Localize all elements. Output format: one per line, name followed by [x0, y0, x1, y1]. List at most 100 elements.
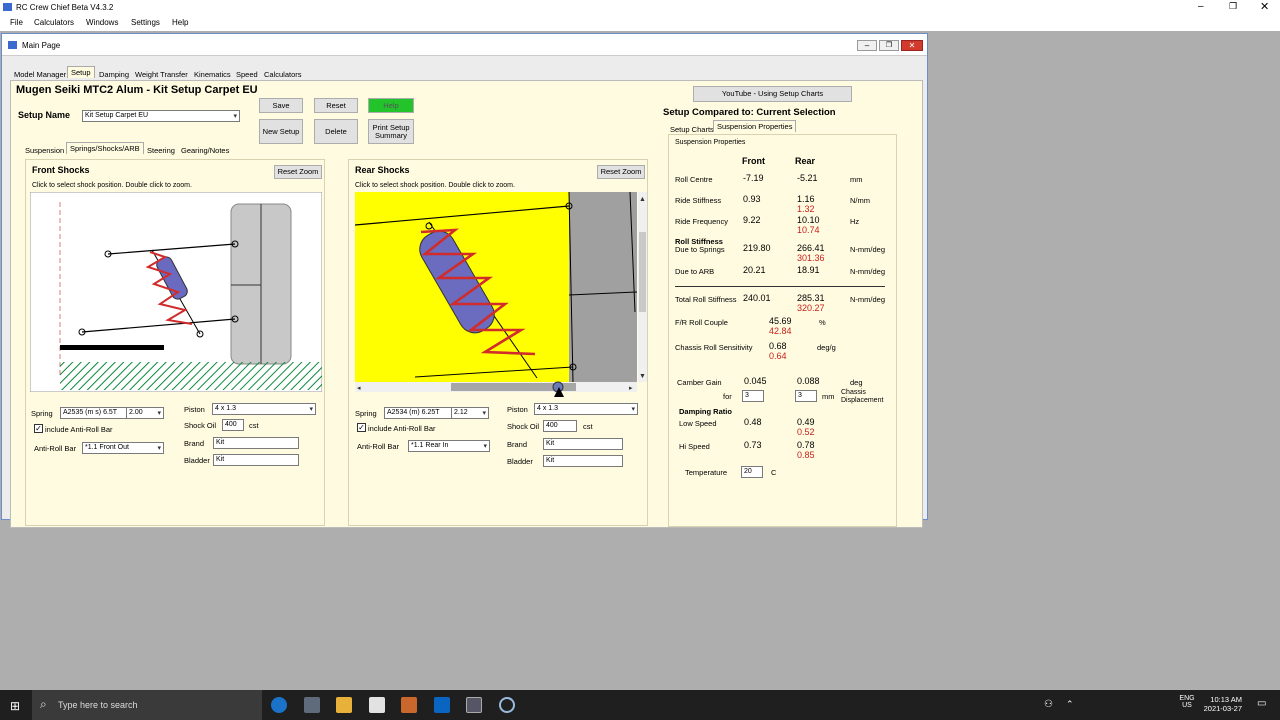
window-restore-icon[interactable]: ❐ — [879, 40, 899, 51]
temperature-input[interactable]: 20 — [741, 466, 763, 478]
chevron-down-icon: ▾ — [631, 406, 635, 413]
rear-shocks-title: Rear Shocks — [355, 165, 410, 175]
reset-button[interactable]: Reset — [314, 98, 358, 113]
rear-hint: Click to select shock position. Double c… — [355, 182, 515, 189]
ride-frequency-rear: 10.10 — [797, 215, 820, 225]
main-page-window: Main Page – ❐ ✕ Model Manager Setup Damp… — [1, 33, 928, 528]
rear-bladder-input[interactable]: Kit — [543, 455, 623, 467]
calculator-icon[interactable] — [304, 697, 320, 713]
camber-rear-input[interactable]: 3 — [795, 390, 817, 402]
chevron-up-icon[interactable]: ⌃ — [1066, 699, 1074, 710]
front-reset-zoom-button[interactable]: Reset Zoom — [274, 165, 322, 179]
youtube-button[interactable]: YouTube - Using Setup Charts — [693, 86, 852, 102]
front-oil-input[interactable]: 400 — [222, 419, 244, 431]
front-spring-rate[interactable]: 2.00 ▾ — [126, 407, 164, 419]
chevron-down-icon: ▾ — [483, 443, 487, 450]
notification-icon[interactable]: ▭ — [1257, 698, 1266, 709]
front-piston-select[interactable]: 4 x 1.3 ▾ — [212, 403, 316, 415]
subtab-suspension[interactable]: Suspension — [21, 144, 68, 157]
save-button[interactable]: Save — [259, 98, 303, 113]
rear-oil-input[interactable]: 400 — [543, 420, 577, 432]
outlook-icon[interactable] — [434, 697, 450, 713]
camber-front-input[interactable]: 3 — [742, 390, 764, 402]
rear-piston-select[interactable]: 4 x 1.3 ▾ — [534, 403, 638, 415]
minimize-icon[interactable]: – — [1198, 1, 1204, 12]
for-label: for — [723, 392, 732, 401]
rc-crew-chief-icon[interactable] — [466, 697, 482, 713]
store-icon[interactable] — [369, 697, 385, 713]
windows-start-icon[interactable]: ⊞ — [10, 699, 20, 713]
delete-button[interactable]: Delete — [314, 119, 358, 144]
language-indicator[interactable]: ENG US — [1179, 695, 1195, 709]
help-button[interactable]: Help — [368, 98, 414, 113]
compared-label: Setup Compared to: Current Selection — [663, 107, 836, 118]
rear-shock-diagram[interactable]: ▲ ▼ ◂ ▸ — [355, 192, 647, 392]
people-icon[interactable]: ⚇ — [1044, 699, 1053, 710]
due-arb-rear: 18.91 — [797, 265, 820, 275]
total-roll-front: 240.01 — [743, 293, 771, 303]
due-arb-unit: N-mm/deg — [850, 267, 886, 276]
chevron-down-icon: ▾ — [309, 406, 313, 413]
close-icon[interactable]: ✕ — [1260, 0, 1269, 13]
rear-arb-checkbox[interactable]: ✓ — [357, 423, 366, 432]
subtab-steering[interactable]: Steering — [143, 144, 179, 157]
front-shock-diagram[interactable] — [30, 192, 322, 392]
front-bladder-input[interactable]: Kit — [213, 454, 299, 466]
chevron-down-icon: ▾ — [233, 113, 237, 120]
search-placeholder: Type here to search — [58, 700, 138, 710]
damping-ratio-header: Damping Ratio — [679, 407, 732, 416]
setup-name-select[interactable]: Kit Setup Carpet EU ▾ — [82, 110, 240, 122]
rear-brand-label: Brand — [507, 440, 528, 449]
rear-reset-zoom-button[interactable]: Reset Zoom — [597, 165, 645, 179]
fr-couple-compare: 42.84 — [769, 326, 792, 336]
setup-name-label: Setup Name — [18, 110, 71, 120]
divider — [675, 286, 885, 287]
hi-speed-rear: 0.78 — [797, 440, 815, 450]
tab-setup[interactable]: Setup — [67, 66, 95, 78]
rear-brand-input[interactable]: Kit — [543, 438, 623, 450]
menu-settings[interactable]: Settings — [131, 18, 160, 27]
window-close-icon[interactable]: ✕ — [901, 40, 923, 51]
rear-header: Rear — [795, 156, 816, 166]
print-summary-button[interactable]: Print Setup Summary — [368, 119, 414, 144]
search-box[interactable]: ⌕ Type here to search — [32, 690, 262, 720]
menu-help[interactable]: Help — [172, 18, 188, 27]
rear-oil-label: Shock Oil — [507, 422, 540, 431]
mouse-cursor-icon — [554, 387, 564, 397]
rear-shocks-panel: Rear Shocks Reset Zoom Click to select s… — [348, 159, 648, 526]
svg-text:▲: ▲ — [639, 196, 646, 203]
app-icon[interactable] — [401, 697, 417, 713]
rear-piston-label: Piston — [507, 405, 528, 414]
rear-arb-select[interactable]: *1.1 Rear In ▾ — [408, 440, 490, 452]
restore-icon[interactable]: ❐ — [1229, 1, 1237, 12]
recorder-icon[interactable] — [499, 697, 515, 713]
rear-spring-rate[interactable]: 2.12 ▾ — [451, 407, 489, 419]
svg-text:▼: ▼ — [639, 373, 646, 380]
low-speed-front: 0.48 — [744, 417, 762, 427]
fr-couple-value: 45.69 — [769, 316, 792, 326]
front-header: Front — [742, 156, 765, 166]
front-brand-input[interactable]: Kit — [213, 437, 299, 449]
tab-suspension-properties[interactable]: Suspension Properties — [713, 120, 797, 132]
roll-centre-label: Roll Centre — [675, 175, 713, 184]
subtab-springs[interactable]: Springs/Shocks/ARB — [66, 142, 144, 154]
front-oil-unit: cst — [249, 421, 259, 430]
camber-gain-label: Camber Gain — [677, 378, 722, 387]
ride-stiffness-label: Ride Stiffness — [675, 196, 722, 205]
taskbar: ⊞ ⌕ Type here to search ⚇ ⌃ ENG US 10:13 … — [0, 690, 1280, 720]
hi-speed-label: Hi Speed — [679, 442, 710, 451]
menu-calculators[interactable]: Calculators — [34, 18, 74, 27]
file-explorer-icon[interactable] — [336, 697, 352, 713]
due-arb-front: 20.21 — [743, 265, 766, 275]
front-arb-checkbox[interactable]: ✓ — [34, 424, 43, 433]
front-arb-select[interactable]: *1.1 Front Out ▾ — [82, 442, 164, 454]
edge-icon[interactable] — [271, 697, 287, 713]
window-minimize-icon[interactable]: – — [857, 40, 877, 51]
due-springs-unit: N-mm/deg — [850, 245, 886, 254]
subtab-gearing[interactable]: Gearing/Notes — [177, 144, 233, 157]
menu-windows[interactable]: Windows — [86, 18, 118, 27]
new-setup-button[interactable]: New Setup — [259, 119, 303, 144]
menu-file[interactable]: File — [10, 18, 23, 27]
app-titlebar: RC Crew Chief Beta V4.3.2 – ❐ ✕ — [0, 0, 1280, 15]
clock[interactable]: 10:13 AM 2021-03-27 — [1198, 695, 1242, 713]
